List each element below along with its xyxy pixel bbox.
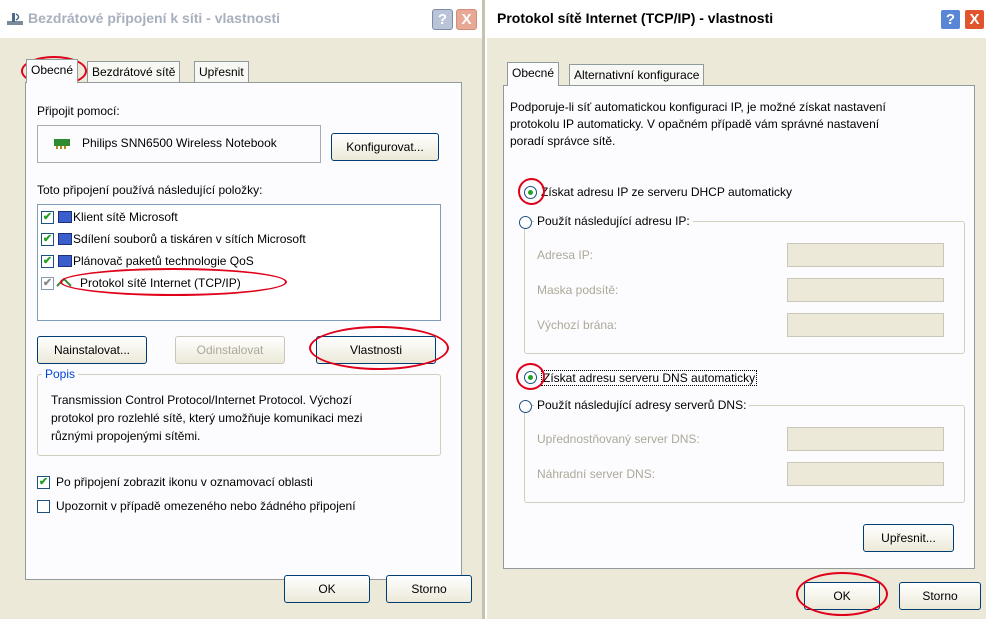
right-title-bar: Protokol sítě Internet (TCP/IP) - vlastn… (487, 0, 986, 38)
alternate-dns-label: Náhradní server DNS: (537, 467, 656, 481)
description-line: protokol pro rozlehlé sítě, který umožňu… (51, 411, 363, 425)
file-sharing-icon (58, 233, 72, 245)
description-line: různými propojenými sítěmi. (51, 429, 201, 443)
preferred-dns-label: Upřednostňovaný server DNS: (537, 432, 700, 446)
subnet-mask-label: Maska podsítě: (537, 283, 619, 297)
preferred-dns-field (787, 427, 944, 451)
manual-dns-group: Použít následující adresy serverů DNS: U… (519, 398, 965, 503)
close-icon[interactable]: X (964, 9, 985, 30)
left-dialog-title: Bezdrátové připojení k síti - vlastnosti (28, 10, 281, 26)
gateway-field (787, 313, 944, 337)
auto-ip-radio[interactable] (524, 186, 537, 199)
network-adapter-icon (54, 139, 70, 149)
tab-wireless-networks[interactable]: Bezdrátové sítě (87, 61, 181, 83)
item-checkbox[interactable]: ✔ (41, 255, 54, 268)
items-label: Toto připojení používá následující polož… (37, 183, 263, 197)
advanced-button[interactable]: Upřesnit... (863, 524, 954, 552)
tcpip-general-panel: Podporuje-li síť automatickou konfigurac… (503, 85, 975, 569)
subnet-mask-field (787, 278, 944, 302)
cancel-button[interactable]: Storno (899, 582, 981, 610)
manual-ip-radio[interactable] (519, 216, 532, 229)
manual-ip-group: Použít následující adresu IP: Adresa IP:… (519, 214, 965, 354)
tab-alternate-configuration[interactable]: Alternativní konfigurace (569, 64, 705, 86)
tab-general[interactable]: Obecné (507, 62, 560, 86)
protocol-icon (56, 277, 72, 287)
help-icon[interactable]: ? (432, 9, 453, 30)
qos-scheduler-icon (58, 255, 72, 267)
tab-general[interactable]: Obecné (26, 59, 79, 83)
item-checkbox[interactable]: ✔ (41, 277, 54, 290)
gateway-label: Výchozí brána: (537, 318, 618, 332)
item-label: Sdílení souborů a tiskáren v sítích Micr… (73, 232, 306, 246)
item-checkbox[interactable]: ✔ (41, 211, 54, 224)
ip-address-field (787, 243, 944, 267)
components-list[interactable]: ✔ Klient sítě Microsoft ✔ Sdílení soubor… (37, 204, 441, 321)
window-divider (482, 0, 485, 619)
uninstall-button: Odinstalovat (175, 336, 285, 364)
cancel-button[interactable]: Storno (386, 575, 472, 603)
description-line: Transmission Control Protocol/Internet P… (51, 393, 353, 407)
adapter-name: Philips SNN6500 Wireless Notebook (82, 136, 277, 150)
client-icon (58, 211, 72, 223)
manual-dns-radio[interactable] (519, 400, 532, 413)
network-connection-icon (7, 13, 23, 25)
intro-line: poradí správce sítě. (510, 134, 616, 148)
intro-line: protokolu IP automaticky. V opačném příp… (510, 117, 880, 131)
connect-using-label: Připojit pomocí: (37, 104, 120, 118)
intro-line: Podporuje-li síť automatickou konfigurac… (510, 100, 886, 114)
install-button[interactable]: Nainstalovat... (37, 336, 147, 364)
show-icon-checkbox[interactable]: ✔ (37, 476, 50, 489)
properties-button[interactable]: Vlastnosti (316, 336, 436, 364)
tab-advanced[interactable]: Upřesnit (194, 61, 249, 83)
manual-ip-label: Použít následující adresu IP: (534, 214, 693, 228)
item-label: Klient sítě Microsoft (73, 210, 178, 224)
auto-dns-label: Získat adresu serveru DNS automaticky (541, 370, 758, 386)
left-title-bar: Bezdrátové připojení k síti - vlastnosti… (0, 0, 484, 38)
right-dialog-title: Protokol sítě Internet (TCP/IP) - vlastn… (497, 10, 774, 26)
item-label: Protokol sítě Internet (TCP/IP) (80, 276, 241, 290)
right-dialog: Protokol sítě Internet (TCP/IP) - vlastn… (487, 0, 986, 619)
help-icon[interactable]: ? (940, 9, 961, 30)
item-label: Plánovač paketů technologie QoS (73, 254, 254, 268)
notify-checkbox[interactable] (37, 500, 50, 513)
description-legend: Popis (42, 367, 79, 381)
close-icon[interactable]: X (456, 9, 477, 30)
item-checkbox[interactable]: ✔ (41, 233, 54, 246)
show-icon-label: Po připojení zobrazit ikonu v oznamovací… (56, 475, 313, 489)
ip-address-label: Adresa IP: (537, 248, 594, 262)
auto-ip-label: Získat adresu IP ze serveru DHCP automat… (541, 185, 792, 199)
description-group: Popis Transmission Control Protocol/Inte… (37, 367, 441, 456)
left-dialog: Bezdrátové připojení k síti - vlastnosti… (0, 0, 485, 619)
alternate-dns-field (787, 462, 944, 486)
adapter-box: Philips SNN6500 Wireless Notebook (37, 125, 321, 163)
notify-label: Upozornit v případě omezeného nebo žádné… (56, 499, 356, 513)
manual-dns-label: Použít následující adresy serverů DNS: (534, 398, 750, 412)
auto-dns-radio[interactable] (524, 371, 537, 384)
ok-button[interactable]: OK (284, 575, 370, 603)
general-tab-panel: Připojit pomocí: Philips SNN6500 Wireles… (25, 82, 462, 580)
configure-button[interactable]: Konfigurovat... (331, 133, 439, 161)
ok-button[interactable]: OK (804, 582, 880, 610)
